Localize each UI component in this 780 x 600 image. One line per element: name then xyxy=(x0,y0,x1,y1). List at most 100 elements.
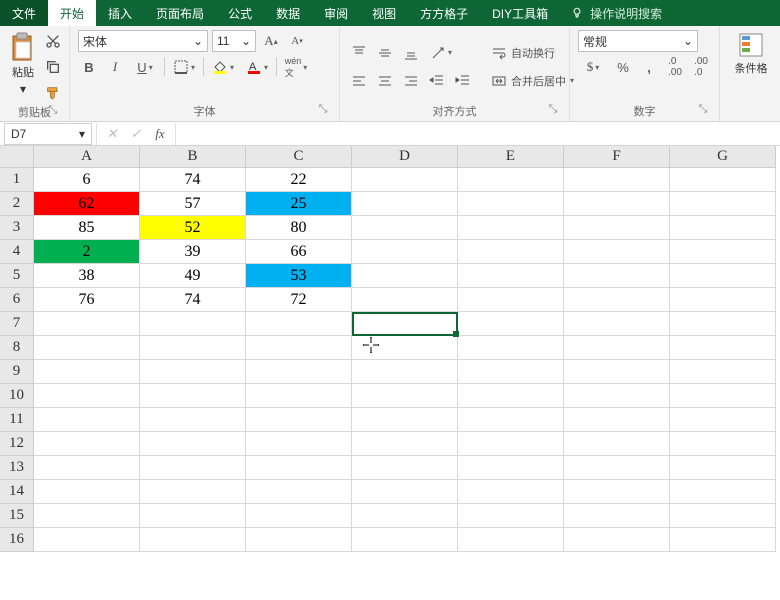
cell-G8[interactable] xyxy=(670,336,776,360)
cell-F14[interactable] xyxy=(564,480,670,504)
phonetic-button[interactable]: wén文▾ xyxy=(281,56,311,78)
tab-formulas[interactable]: 公式 xyxy=(216,0,264,26)
cell-C12[interactable] xyxy=(246,432,352,456)
cell-G9[interactable] xyxy=(670,360,776,384)
cell-G3[interactable] xyxy=(670,216,776,240)
tab-insert[interactable]: 插入 xyxy=(96,0,144,26)
name-box[interactable]: D7▾ xyxy=(4,123,92,145)
cell-E1[interactable] xyxy=(458,168,564,192)
col-header-F[interactable]: F xyxy=(564,146,670,168)
cell-G4[interactable] xyxy=(670,240,776,264)
cell-C2[interactable]: 25 xyxy=(246,192,352,216)
cancel-formula-button[interactable]: ✕ xyxy=(101,123,123,145)
cell-A14[interactable] xyxy=(34,480,140,504)
font-name-select[interactable]: 宋体⌄ xyxy=(78,30,208,52)
comma-button[interactable]: , xyxy=(638,56,660,78)
row-header-11[interactable]: 11 xyxy=(0,408,34,432)
number-format-select[interactable]: 常规⌄ xyxy=(578,30,698,52)
cell-G12[interactable] xyxy=(670,432,776,456)
wrap-text-button[interactable]: 自动换行 xyxy=(490,42,582,64)
row-header-15[interactable]: 15 xyxy=(0,504,34,528)
row-header-10[interactable]: 10 xyxy=(0,384,34,408)
cell-F10[interactable] xyxy=(564,384,670,408)
cell-C16[interactable] xyxy=(246,528,352,552)
cell-A3[interactable]: 85 xyxy=(34,216,140,240)
row-header-12[interactable]: 12 xyxy=(0,432,34,456)
increase-font-button[interactable]: A▴ xyxy=(260,30,282,52)
tab-diy[interactable]: DIY工具箱 xyxy=(480,0,560,26)
increase-decimal-button[interactable]: .0.00 xyxy=(664,56,686,78)
currency-button[interactable]: $▾ xyxy=(578,56,608,78)
row-header-3[interactable]: 3 xyxy=(0,216,34,240)
col-header-D[interactable]: D xyxy=(352,146,458,168)
row-header-14[interactable]: 14 xyxy=(0,480,34,504)
cell-A1[interactable]: 6 xyxy=(34,168,140,192)
cell-G13[interactable] xyxy=(670,456,776,480)
cell-C13[interactable] xyxy=(246,456,352,480)
cell-A10[interactable] xyxy=(34,384,140,408)
align-launcher[interactable]: ⤡ xyxy=(547,103,559,115)
align-middle-button[interactable] xyxy=(374,42,396,64)
italic-button[interactable]: I xyxy=(104,56,126,78)
cell-A7[interactable] xyxy=(34,312,140,336)
font-color-button[interactable]: A▾ xyxy=(242,56,272,78)
cell-B8[interactable] xyxy=(140,336,246,360)
cell-D14[interactable] xyxy=(352,480,458,504)
cell-A9[interactable] xyxy=(34,360,140,384)
cell-F6[interactable] xyxy=(564,288,670,312)
cell-B16[interactable] xyxy=(140,528,246,552)
cell-F12[interactable] xyxy=(564,432,670,456)
merge-center-button[interactable]: 合并后居中▾ xyxy=(490,70,582,92)
select-all-corner[interactable] xyxy=(0,146,34,168)
cell-C5[interactable]: 53 xyxy=(246,264,352,288)
font-size-select[interactable]: 11⌄ xyxy=(212,30,256,52)
cell-D4[interactable] xyxy=(352,240,458,264)
cell-B1[interactable]: 74 xyxy=(140,168,246,192)
col-header-E[interactable]: E xyxy=(458,146,564,168)
row-header-6[interactable]: 6 xyxy=(0,288,34,312)
cell-D11[interactable] xyxy=(352,408,458,432)
cell-C1[interactable]: 22 xyxy=(246,168,352,192)
number-launcher[interactable]: ⤡ xyxy=(697,103,709,115)
cell-A16[interactable] xyxy=(34,528,140,552)
cell-E15[interactable] xyxy=(458,504,564,528)
col-header-G[interactable]: G xyxy=(670,146,776,168)
paste-button[interactable]: 粘贴 ▾ xyxy=(8,30,38,104)
decrease-font-button[interactable]: A▾ xyxy=(286,30,308,52)
cell-B10[interactable] xyxy=(140,384,246,408)
cell-A11[interactable] xyxy=(34,408,140,432)
tell-me-search[interactable]: 操作说明搜索 xyxy=(560,0,672,26)
cell-F3[interactable] xyxy=(564,216,670,240)
cell-C10[interactable] xyxy=(246,384,352,408)
insert-function-button[interactable]: fx xyxy=(149,123,171,145)
cell-D6[interactable] xyxy=(352,288,458,312)
cell-G6[interactable] xyxy=(670,288,776,312)
align-center-button[interactable] xyxy=(374,70,396,92)
cell-A13[interactable] xyxy=(34,456,140,480)
cell-C6[interactable]: 72 xyxy=(246,288,352,312)
cell-G11[interactable] xyxy=(670,408,776,432)
cell-D13[interactable] xyxy=(352,456,458,480)
cell-B3[interactable]: 52 xyxy=(140,216,246,240)
underline-button[interactable]: U▾ xyxy=(130,56,160,78)
tab-ffgz[interactable]: 方方格子 xyxy=(408,0,480,26)
cell-A15[interactable] xyxy=(34,504,140,528)
border-button[interactable]: ▾ xyxy=(169,56,199,78)
cell-F13[interactable] xyxy=(564,456,670,480)
align-left-button[interactable] xyxy=(348,70,370,92)
cell-B7[interactable] xyxy=(140,312,246,336)
tab-review[interactable]: 审阅 xyxy=(312,0,360,26)
cell-B9[interactable] xyxy=(140,360,246,384)
cell-G1[interactable] xyxy=(670,168,776,192)
cell-A8[interactable] xyxy=(34,336,140,360)
col-header-A[interactable]: A xyxy=(34,146,140,168)
cell-D12[interactable] xyxy=(352,432,458,456)
align-right-button[interactable] xyxy=(400,70,422,92)
cell-D15[interactable] xyxy=(352,504,458,528)
cell-E13[interactable] xyxy=(458,456,564,480)
cell-B14[interactable] xyxy=(140,480,246,504)
cell-C14[interactable] xyxy=(246,480,352,504)
cell-D8[interactable] xyxy=(352,336,458,360)
cell-G10[interactable] xyxy=(670,384,776,408)
percent-button[interactable]: % xyxy=(612,56,634,78)
